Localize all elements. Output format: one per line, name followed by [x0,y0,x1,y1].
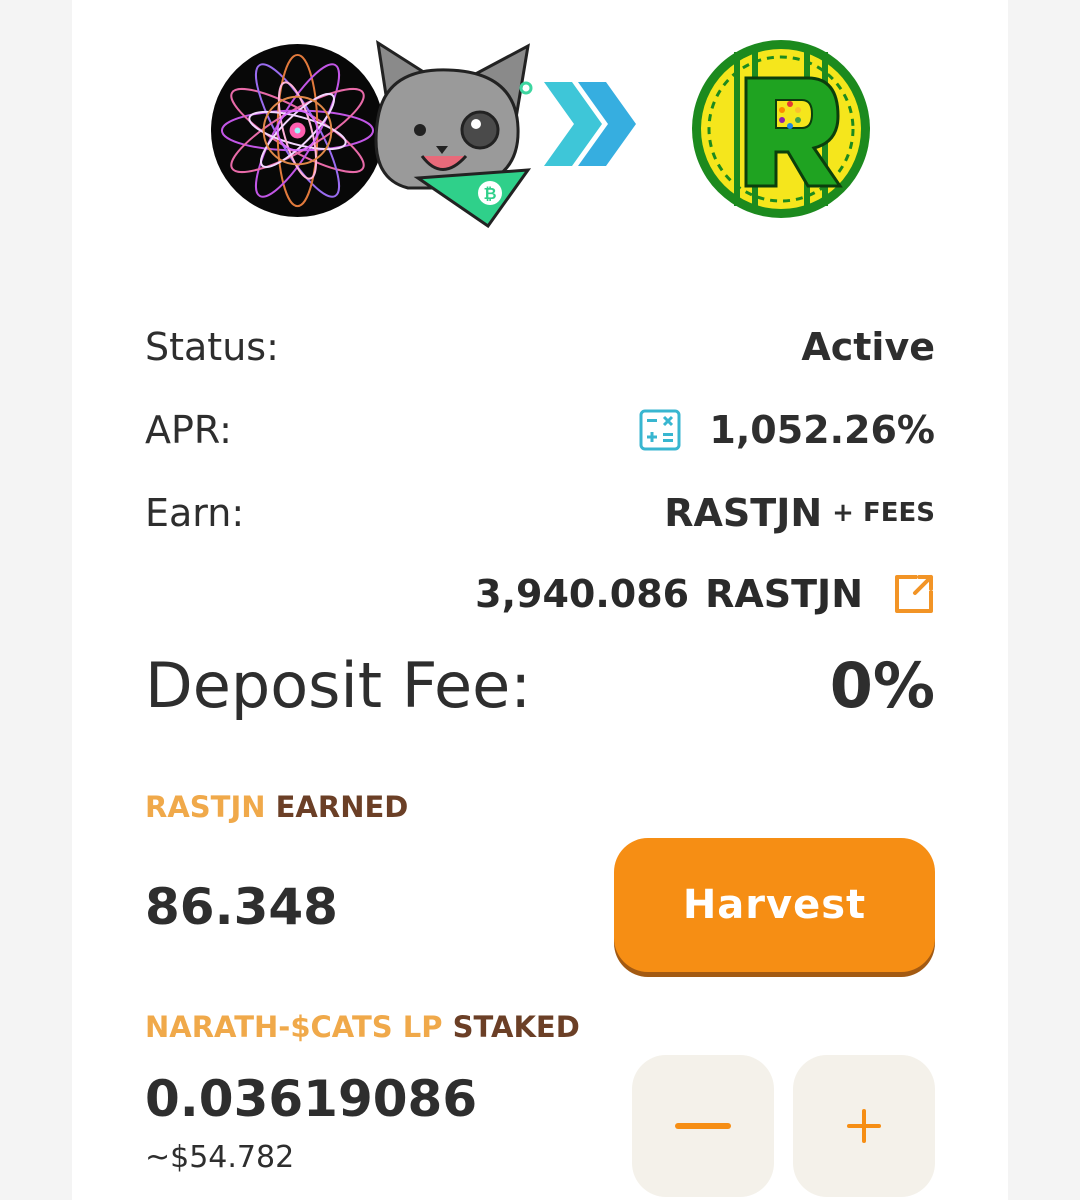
total-rastjn-unit: RASTJN [705,572,863,616]
status-row: Status: Active [145,322,935,372]
earn-value-group: RASTJN + FEES [664,491,935,535]
status-value: Active [801,325,935,369]
staked-usd-value: ~$54.782 [145,1140,295,1175]
deposit-fee-label: Deposit Fee: [145,648,532,722]
double-chevron-right-icon [544,82,636,166]
apr-row: APR: 1,052.26% [145,404,935,456]
total-rastjn-row: 3,940.086 RASTJN [145,568,935,620]
staked-title: NARATH-$CATS LP STAKED [145,1010,580,1044]
staked-token-label: NARATH-$CATS LP [145,1010,443,1044]
plus-icon [847,1109,881,1143]
earn-row: Earn: RASTJN + FEES [145,488,935,538]
total-rastjn-amount: 3,940.086 [475,572,690,616]
deposit-fee-row: Deposit Fee: 0% [145,645,935,725]
token-pair-header: ₿ [210,38,890,228]
earn-label: Earn: [145,491,245,535]
stake-button[interactable] [793,1055,935,1197]
apr-label: APR: [145,408,232,452]
svg-text:₿: ₿ [483,184,496,203]
cat-token-icon: ₿ [374,39,533,228]
rastjn-coin-icon [692,40,870,218]
minus-icon [675,1123,731,1129]
staked-suffix-label: STAKED [452,1010,580,1044]
earned-token-label: RASTJN [145,790,266,824]
deposit-fee-value: 0% [829,648,935,722]
earned-amount: 86.348 [145,878,338,936]
earn-fees: + FEES [832,498,935,528]
external-link-icon[interactable] [893,573,935,615]
apr-value: 1,052.26% [709,408,935,452]
status-label: Status: [145,325,279,369]
apr-value-group: 1,052.26% [639,408,935,452]
harvest-button[interactable]: Harvest [614,838,935,972]
earned-suffix-label: EARNED [275,790,409,824]
staked-amount: 0.03619086 [145,1070,478,1128]
earned-title: RASTJN EARNED [145,790,408,824]
earn-token: RASTJN [664,491,823,535]
calculator-icon[interactable] [639,409,681,451]
unstake-button[interactable] [632,1055,774,1197]
